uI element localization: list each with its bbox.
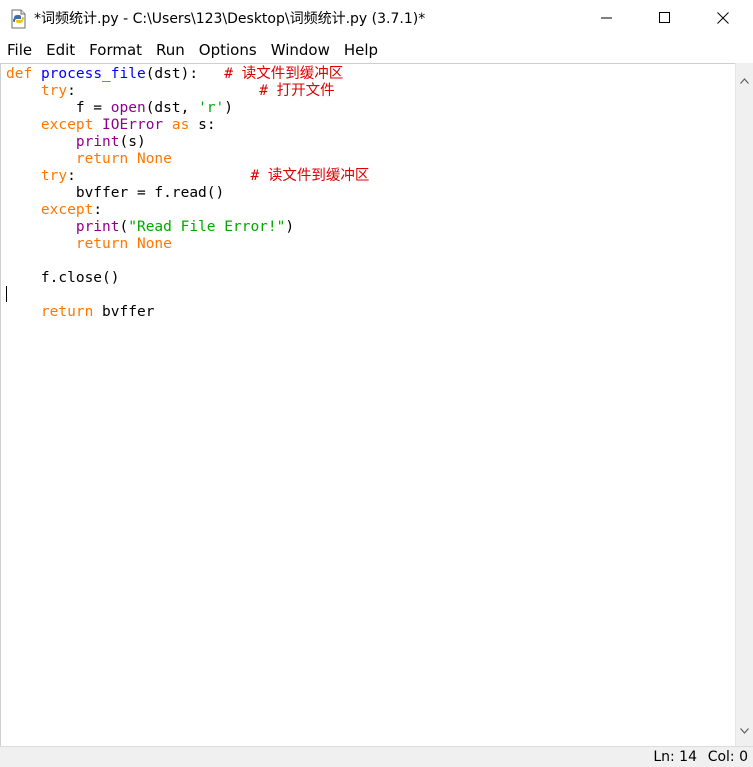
- scroll-up-arrow-icon[interactable]: [740, 69, 749, 88]
- maximize-icon: [659, 9, 671, 28]
- code-line[interactable]: bvffer = f.read(): [6, 185, 369, 202]
- code-token: try: [40, 168, 68, 184]
- code-token: return: [75, 151, 129, 167]
- code-token: bvffer = f.read(): [6, 185, 225, 201]
- close-icon: [717, 9, 729, 28]
- column-number-status: Col: 0: [707, 749, 748, 765]
- code-line[interactable]: return None: [6, 236, 369, 253]
- code-line[interactable]: return None: [6, 151, 369, 168]
- status-bar: Ln: 14 Col: 0: [0, 746, 753, 767]
- minimize-icon: [601, 9, 613, 28]
- code-token: ): [224, 100, 234, 116]
- code-line[interactable]: def process_file(dst): # 读文件到缓冲区: [6, 66, 369, 83]
- code-token: bvffer: [93, 304, 155, 320]
- code-line[interactable]: f.close(): [6, 270, 369, 287]
- code-editor[interactable]: def process_file(dst): # 读文件到缓冲区 try: # …: [0, 63, 735, 746]
- code-token: print: [75, 134, 120, 150]
- code-line[interactable]: try: # 读文件到缓冲区: [6, 168, 370, 185]
- code-token: :: [67, 168, 251, 184]
- code-token: ): [285, 219, 295, 235]
- menu-run[interactable]: Run: [149, 38, 192, 62]
- code-token: 'r': [198, 100, 225, 116]
- vertical-scrollbar[interactable]: [735, 63, 753, 746]
- code-line[interactable]: except IOError as s:: [6, 117, 369, 134]
- code-line[interactable]: return bvffer: [6, 304, 369, 321]
- scroll-down-arrow-icon[interactable]: [740, 719, 749, 738]
- menu-edit[interactable]: Edit: [39, 38, 82, 62]
- code-line[interactable]: [6, 287, 369, 304]
- menu-bar: File Edit Format Run Options Window Help: [0, 38, 753, 62]
- menu-options[interactable]: Options: [192, 38, 264, 62]
- menu-help[interactable]: Help: [337, 38, 385, 62]
- window-title: *词频统计.py - C:\Users\123\Desktop\词频统计.py …: [34, 11, 426, 27]
- title-bar[interactable]: *词频统计.py - C:\Users\123\Desktop\词频统计.py …: [0, 0, 753, 37]
- code-token: f =: [6, 100, 111, 116]
- code-token: "Read File Error!": [128, 219, 286, 235]
- menu-format[interactable]: Format: [82, 38, 149, 62]
- code-token: return: [40, 304, 94, 320]
- code-token: # 打开文件: [259, 83, 335, 99]
- close-button[interactable]: [694, 0, 752, 37]
- code-token: # 读文件到缓冲区: [224, 66, 344, 82]
- code-token: (s): [119, 134, 146, 150]
- code-token: return: [75, 236, 129, 252]
- code-token: f.close(): [6, 270, 120, 286]
- code-token: None: [136, 151, 172, 167]
- code-token: except: [40, 202, 94, 218]
- code-token: :: [67, 83, 260, 99]
- code-token: except: [40, 117, 94, 133]
- code-token: print: [75, 219, 120, 235]
- line-number-status: Ln: 14: [653, 749, 697, 765]
- code-token: s:: [189, 117, 216, 133]
- code-token: as: [171, 117, 190, 133]
- code-line[interactable]: [6, 253, 369, 270]
- code-token: :: [93, 202, 103, 218]
- code-token: def: [6, 66, 33, 82]
- code-line[interactable]: print("Read File Error!"): [6, 219, 369, 236]
- code-token: (dst,: [145, 100, 199, 116]
- menu-file[interactable]: File: [0, 38, 39, 62]
- code-line[interactable]: f = open(dst, 'r'): [6, 100, 369, 117]
- code-token: open: [110, 100, 146, 116]
- code-token: IOError: [102, 117, 164, 133]
- text-cursor: [6, 286, 7, 302]
- code-token: None: [136, 236, 172, 252]
- code-token: (dst):: [145, 66, 225, 82]
- code-token: try: [40, 83, 68, 99]
- code-token: (: [119, 219, 129, 235]
- minimize-button[interactable]: [578, 0, 636, 37]
- idle-editor-window: *词频统计.py - C:\Users\123\Desktop\词频统计.py …: [0, 0, 753, 767]
- code-text[interactable]: def process_file(dst): # 读文件到缓冲区 try: # …: [6, 66, 369, 321]
- code-token: process_file: [40, 66, 146, 82]
- code-line[interactable]: try: # 打开文件: [6, 83, 369, 100]
- code-line[interactable]: except:: [6, 202, 369, 219]
- python-file-icon: [9, 9, 29, 29]
- menu-window[interactable]: Window: [264, 38, 337, 62]
- maximize-button[interactable]: [636, 0, 694, 37]
- code-token: # 读文件到缓冲区: [250, 168, 370, 184]
- code-line[interactable]: print(s): [6, 134, 369, 151]
